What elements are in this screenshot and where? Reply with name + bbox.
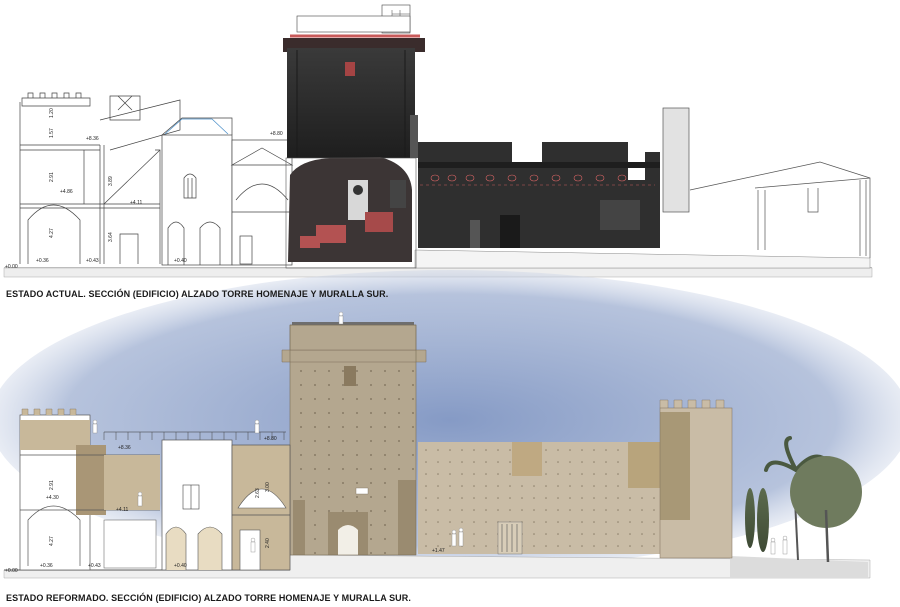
top-white-house <box>161 117 294 266</box>
bottom-height-263: 2.63 <box>255 488 261 498</box>
top-tower-photo <box>283 4 425 269</box>
top-level-ground: +0.00 <box>5 264 18 270</box>
bottom-height-300: 3.00 <box>265 482 271 492</box>
top-height-427: 4.27 <box>49 228 55 238</box>
top-level-411: +4.11 <box>130 200 142 206</box>
top-level-036: +0.36 <box>36 258 49 264</box>
top-level-880: +8.80 <box>270 131 283 137</box>
bottom-level-043: +0.43 <box>88 563 101 569</box>
caption-reformed-state: ESTADO REFORMADO. SECCIÓN (EDIFICIO) ALZ… <box>6 593 411 603</box>
top-level-836: +8.36 <box>86 136 99 142</box>
bottom-height-427: 4.27 <box>49 536 55 546</box>
bottom-keep-tower <box>281 322 427 556</box>
bottom-level-430: +4.30 <box>46 495 59 501</box>
top-elevation <box>3 4 873 278</box>
bottom-level-411: +4.11 <box>116 507 128 513</box>
top-height-157: 1.57 <box>49 128 55 138</box>
top-height-364: 3.64 <box>108 232 114 242</box>
elevation-drawing: +0.00 +0.36 +0.43 +0.40 +4.11 +4.86 +8.3… <box>0 4 900 579</box>
caption-current-state: ESTADO ACTUAL. SECCIÓN (EDIFICIO) ALZADO… <box>6 289 389 299</box>
top-wall-photo <box>418 142 660 248</box>
top-right-outlines <box>662 107 871 258</box>
bottom-height-240: 2.40 <box>265 538 271 548</box>
bottom-level-ground: +0.00 <box>5 568 18 574</box>
bottom-elevation <box>0 270 900 579</box>
top-level-040: +0.40 <box>174 258 187 264</box>
bottom-level-040: +0.40 <box>174 563 187 569</box>
bottom-level-836: +8.36 <box>118 445 131 451</box>
top-height-389: 3.89 <box>108 176 114 186</box>
bottom-level-036: +0.36 <box>40 563 53 569</box>
top-height-120: 1.20 <box>49 108 55 118</box>
bottom-level-880: +8.80 <box>264 436 277 442</box>
bottom-level-147: +1.47 <box>432 548 445 554</box>
bottom-height-291: 2.91 <box>49 480 55 490</box>
top-height-291: 2.91 <box>49 172 55 182</box>
top-level-043: +0.43 <box>86 258 99 264</box>
bottom-right-tower <box>659 399 733 559</box>
top-building-section <box>19 92 181 264</box>
top-level-486: +4.86 <box>60 189 73 195</box>
